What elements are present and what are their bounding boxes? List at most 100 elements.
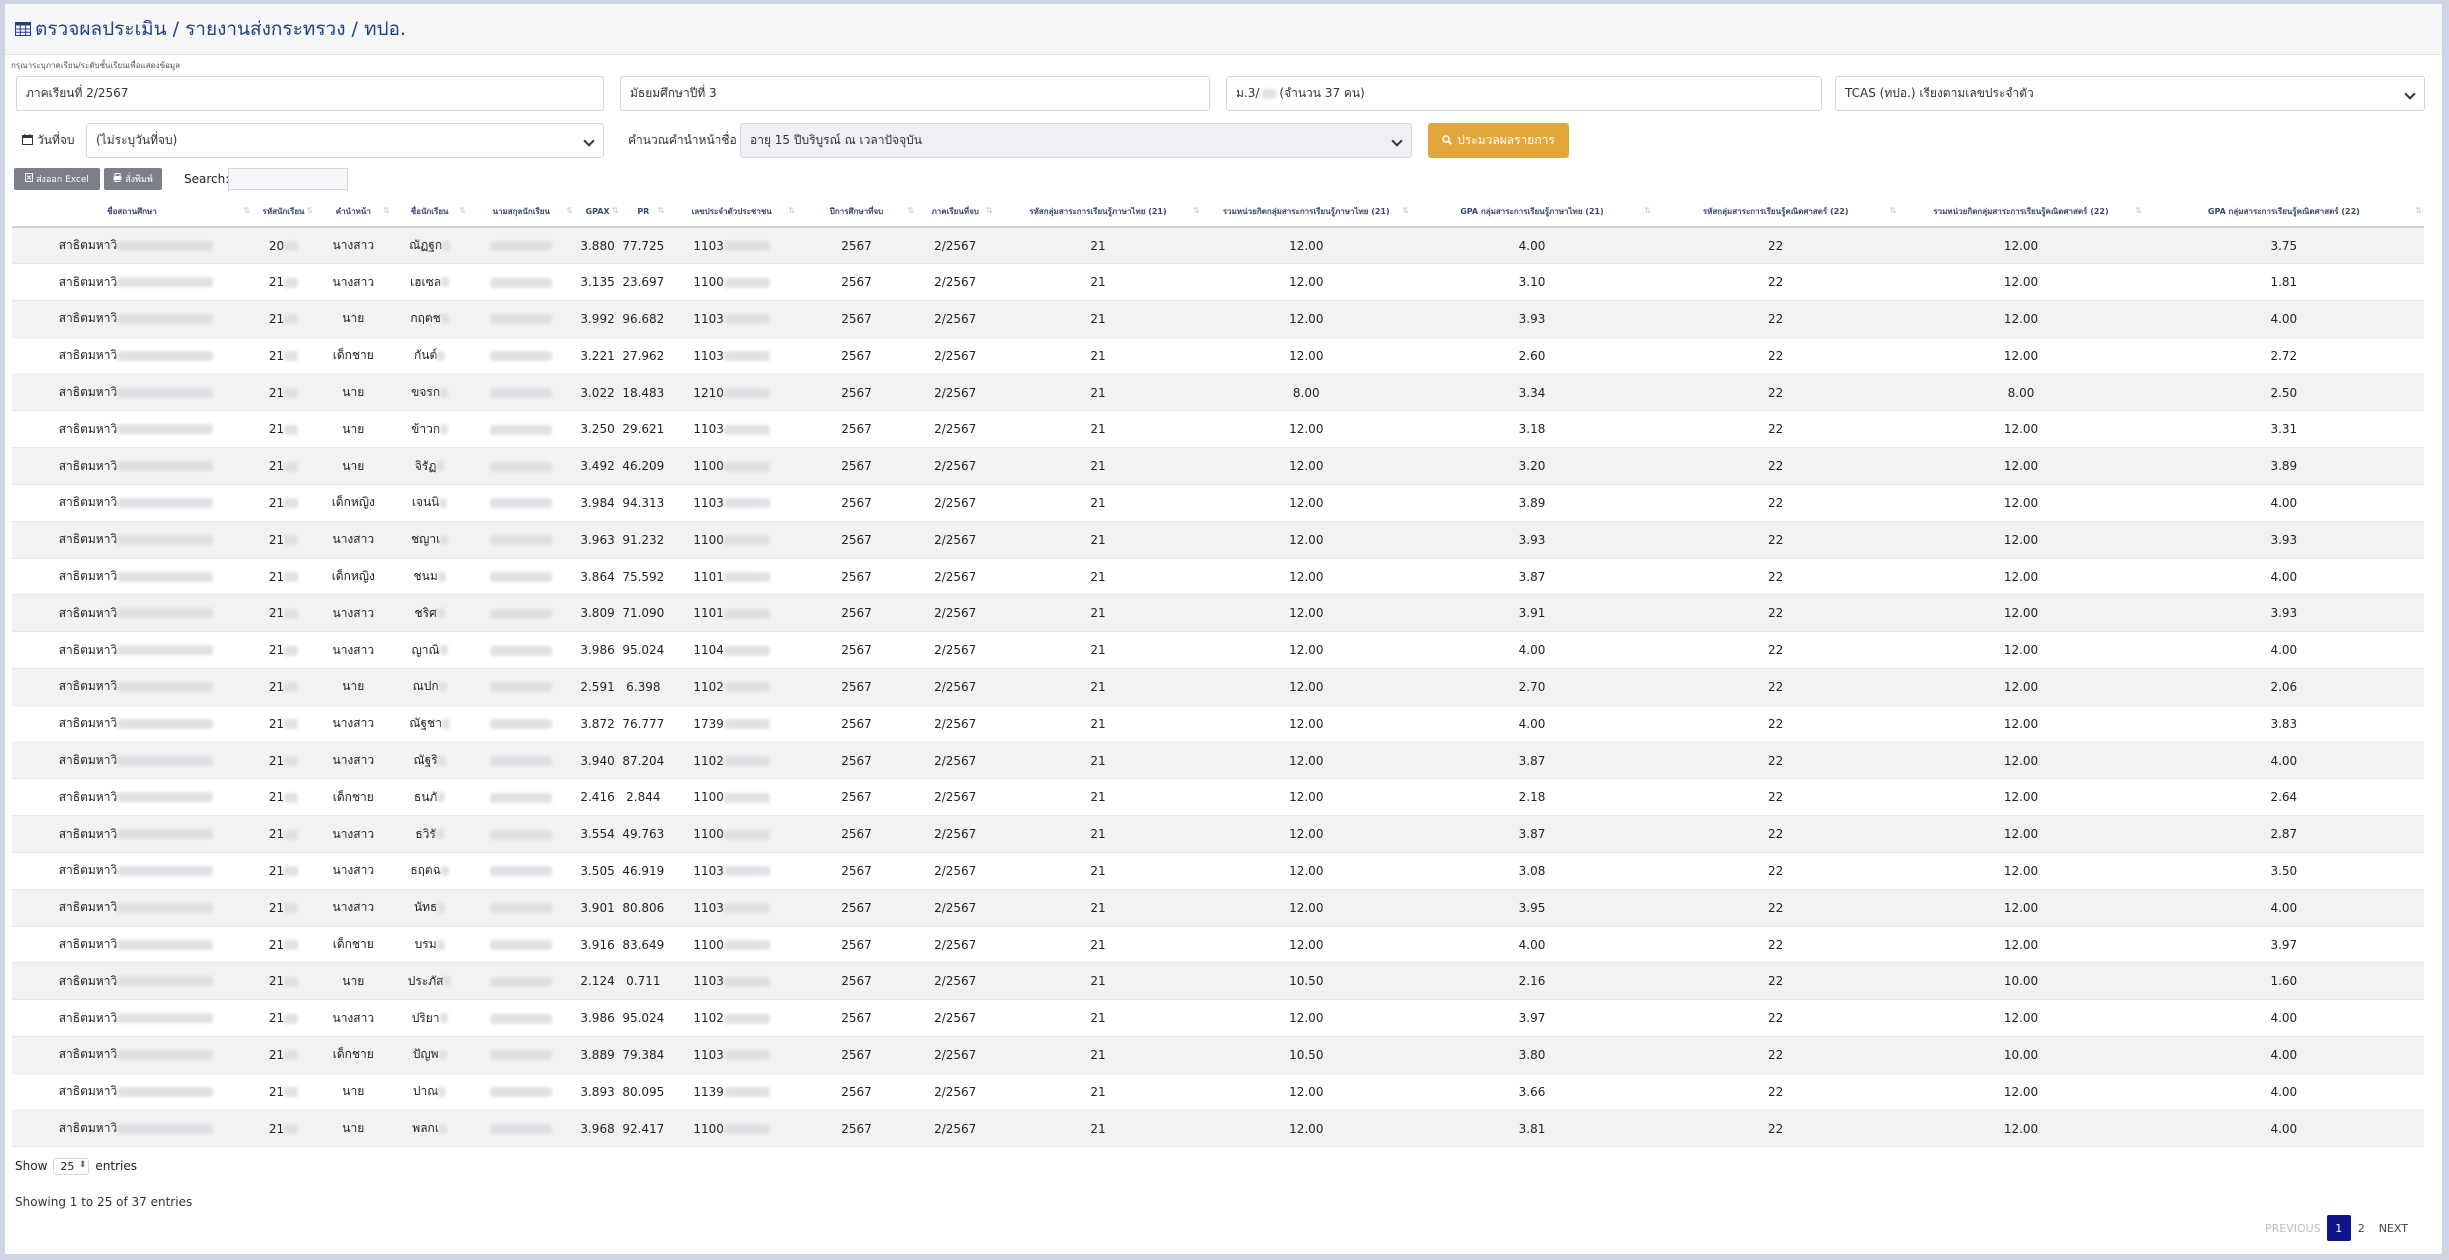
cell-school-text: สาธิตมหาวิ xyxy=(58,900,118,915)
page-length-select[interactable]: 25 xyxy=(53,1157,90,1175)
cell-math-gpa: 2.64 xyxy=(2143,778,2424,817)
results-table: ชื่อสถานศึกษา รหัสนักเรียน คำนำหน้า ชื่อ… xyxy=(12,197,2424,1148)
cell-last-name xyxy=(467,300,575,338)
process-button[interactable]: ประมวลผลรายการ xyxy=(1428,123,1569,158)
redacted-text xyxy=(117,313,214,324)
col-grad-year[interactable]: ปีการศึกษาที่จบ xyxy=(797,197,916,228)
cell-last-name xyxy=(467,926,575,964)
cell-math-gpa: 4.00 xyxy=(2143,1110,2424,1148)
cell-school-text: สาธิตมหาวิ xyxy=(58,1047,118,1062)
print-button[interactable]: สั่งพิมพ์ xyxy=(104,168,162,190)
cell-last-name xyxy=(467,742,575,780)
col-thai-units[interactable]: รวมหน่วยกิตกลุ่มสาระการเรียนรู้ภาษาไทย (… xyxy=(1201,197,1411,228)
semester-select[interactable]: ภาคเรียนที่ 2/2567 xyxy=(16,76,604,111)
redacted-text xyxy=(490,829,553,840)
cell-first-name: ณปก xyxy=(391,668,468,706)
cell-math-units: 12.00 xyxy=(1898,926,2144,964)
prefix-calc-select[interactable]: อายุ 15 ปีบริบูรณ์ ณ เวลาปัจจุบัน xyxy=(740,123,1412,158)
col-gpax[interactable]: GPAX xyxy=(574,197,621,228)
cell-last-name xyxy=(467,778,575,817)
cell-thai-code: 21 xyxy=(994,521,1202,559)
col-thai-code[interactable]: รหัสกลุ่มสาระการเรียนรู้ภาษาไทย (21) xyxy=(994,197,1202,228)
col-school[interactable]: ชื่อสถานศึกษา xyxy=(12,197,252,228)
redacted-text xyxy=(439,645,448,656)
cell-pr: 27.962 xyxy=(620,337,667,375)
cell-pr: 94.313 xyxy=(620,484,667,522)
table-row: สาธิตมหาวิ 21 นางสาว ธวิรั 3.554 49.763 1100 25… xyxy=(12,815,2424,854)
page-1-button[interactable]: 1 xyxy=(2326,1215,2351,1241)
cell-prefix: นางสาว xyxy=(315,999,392,1038)
cell-citizen-id-text: 1100 xyxy=(693,1121,724,1136)
cell-student-id-text: 21 xyxy=(268,385,285,400)
cell-thai-gpa: 3.81 xyxy=(1410,1110,1654,1148)
previous-page-button[interactable]: PREVIOUS xyxy=(2258,1215,2327,1241)
cell-prefix: นาย xyxy=(315,374,392,412)
table-row: สาธิตมหาวิ 21 เด็กชาย กันต์ 3.221 27.962 1103 2… xyxy=(12,337,2424,375)
grade-select[interactable]: มัธยมศึกษาปีที่ 3 xyxy=(620,76,1210,111)
cell-math-units: 12.00 xyxy=(1898,447,2144,486)
show-label: Show xyxy=(15,1159,48,1173)
report-type-select[interactable]: TCAS (ทปอ.) เรียงตามเลขประจำตัว xyxy=(1835,76,2425,111)
process-button-label: ประมวลผลรายการ xyxy=(1457,133,1555,147)
cell-pr: 92.417 xyxy=(620,1110,667,1148)
cell-grad-year: 2567 xyxy=(797,705,916,743)
cell-gpax: 3.880 xyxy=(574,227,621,265)
col-pr[interactable]: PR xyxy=(620,197,667,228)
cell-math-units: 12.00 xyxy=(1898,631,2144,670)
redacted-text xyxy=(117,976,214,987)
redacted-text xyxy=(284,829,299,840)
cell-student-id-text: 21 xyxy=(268,1084,285,1099)
col-citizen-id[interactable]: เลขประจำตัวประชาชน xyxy=(666,197,798,228)
card-header: ตรวจผลประเมิน / รายงานส่งกระทรวง / ทปอ. xyxy=(5,4,2442,55)
redacted-text xyxy=(443,976,452,987)
cell-math-code: 22 xyxy=(1653,668,1899,706)
cell-prefix: นาย xyxy=(315,447,392,486)
col-prefix[interactable]: คำนำหน้า xyxy=(315,197,392,228)
cell-math-gpa: 3.89 xyxy=(2143,447,2424,486)
cell-first-name: กันต์ xyxy=(391,337,468,375)
prefix-calc-value: อายุ 15 ปีบริบูรณ์ ณ เวลาปัจจุบัน xyxy=(750,133,922,147)
redacted-text xyxy=(723,866,770,877)
cell-grad-semester: 2/2567 xyxy=(915,594,995,633)
cell-first-name-text: ชนม xyxy=(413,569,438,584)
page-2-button[interactable]: 2 xyxy=(2351,1215,2372,1241)
cell-school-text: สาธิตมหาวิ xyxy=(58,679,118,694)
redacted-text xyxy=(284,314,299,325)
cell-thai-code: 21 xyxy=(994,926,1202,964)
cell-math-code: 22 xyxy=(1653,999,1899,1038)
col-math-gpa[interactable]: GPA กลุ่มสาระการเรียนรู้คณิตศาสตร์ (22) xyxy=(2143,197,2424,228)
cell-school: สาธิตมหาวิ xyxy=(12,300,252,338)
col-student-id[interactable]: รหัสนักเรียน xyxy=(251,197,316,228)
cell-pr: 2.844 xyxy=(620,778,667,817)
cell-last-name xyxy=(467,852,575,890)
redacted-text xyxy=(437,571,446,582)
search-input[interactable] xyxy=(228,168,348,190)
cell-student-id-text: 21 xyxy=(268,311,285,326)
cell-last-name xyxy=(467,1073,575,1111)
col-math-units[interactable]: รวมหน่วยกิตกลุ่มสาระการเรียนรู้คณิตศาสตร… xyxy=(1898,197,2144,228)
col-grad-semester[interactable]: ภาคเรียนที่จบ xyxy=(915,197,995,228)
end-date-select[interactable]: (ไม่ระบุวันที่จบ) xyxy=(86,123,604,158)
redacted-text xyxy=(117,792,214,803)
cell-first-name-text: จิรัฏ xyxy=(414,458,437,473)
cell-first-name: ชนม xyxy=(391,558,468,596)
class-select[interactable]: ม.3/ (จำนวน 37 คน) xyxy=(1226,76,1822,111)
cell-school: สาธิตมหาวิ xyxy=(12,410,252,449)
table-row: สาธิตมหาวิ 20 นางสาว ณัฏฐก 3.880 77.725 1103 25… xyxy=(12,227,2424,265)
cell-first-name: ธนภั xyxy=(391,778,468,817)
cell-thai-code: 21 xyxy=(994,668,1202,706)
next-page-button[interactable]: NEXT xyxy=(2372,1215,2415,1241)
redacted-text xyxy=(490,388,553,399)
col-first-name[interactable]: ชื่อนักเรียน xyxy=(391,197,468,228)
col-math-code[interactable]: รหัสกลุ่มสาระการเรียนรู้คณิตศาสตร์ (22) xyxy=(1653,197,1899,228)
redacted-text xyxy=(441,718,450,729)
export-excel-button[interactable]: ส่งออก Excel xyxy=(14,168,100,190)
col-thai-gpa[interactable]: GPA กลุ่มสาระการเรียนรู้ภาษาไทย (21) xyxy=(1410,197,1654,228)
cell-school-text: สาธิตมหาวิ xyxy=(58,716,118,731)
cell-thai-units: 12.00 xyxy=(1201,999,1411,1038)
col-last-name[interactable]: นามสกุลนักเรียน xyxy=(467,197,575,228)
cell-citizen-id: 1101 xyxy=(666,594,798,633)
cell-grad-semester: 2/2567 xyxy=(915,668,995,706)
cell-grad-semester: 2/2567 xyxy=(915,484,995,522)
table-row: สาธิตมหาวิ 21 นางสาว ณัฐริ 3.940 87.204 1102 25… xyxy=(12,742,2424,780)
